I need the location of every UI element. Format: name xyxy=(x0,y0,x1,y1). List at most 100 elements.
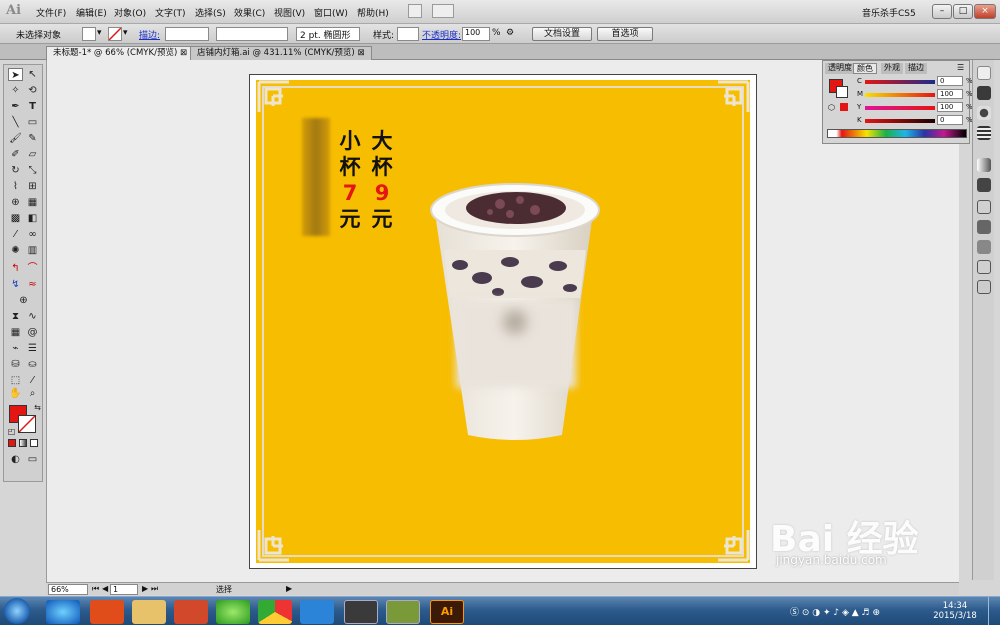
magenta-value[interactable]: 100 xyxy=(937,89,963,99)
variable-width-field[interactable] xyxy=(216,27,288,41)
artboard-tool-icon[interactable]: ⬚ xyxy=(8,374,23,387)
first-page-icon[interactable]: ⏮ xyxy=(92,584,99,594)
media-player-icon[interactable] xyxy=(174,600,208,624)
hand-tool-icon[interactable]: ✋ xyxy=(8,387,23,400)
stroke-label[interactable]: 描边: xyxy=(139,28,160,41)
start-button[interactable] xyxy=(4,598,30,624)
system-clock[interactable]: 14:34 2015/3/18 xyxy=(930,601,980,621)
illustrator-taskbar-icon[interactable]: Ai xyxy=(430,600,464,624)
opacity-label[interactable]: 不透明度: xyxy=(422,28,461,41)
free-transform-icon[interactable]: ⊞ xyxy=(25,180,40,193)
mesh-icon[interactable]: ▩ xyxy=(8,212,23,225)
tray-icons[interactable]: Ⓢ ⊙ ◑ ✦ ♪ ◈ ▲ ♬ ⊕ xyxy=(790,605,900,618)
fill-swatch[interactable] xyxy=(82,27,96,41)
arc-tool-icon[interactable]: ⌒ xyxy=(25,262,40,275)
zoom-field[interactable]: 66% xyxy=(48,584,88,595)
magic-wand-icon[interactable]: ✧ xyxy=(8,84,23,97)
shape-builder-icon[interactable]: ⊕ xyxy=(8,196,23,209)
gradient-panel-icon[interactable] xyxy=(977,158,991,172)
tab-color[interactable]: 颜色 xyxy=(853,63,877,74)
chevron-down-icon[interactable]: ▾ xyxy=(97,28,102,38)
color-spectrum-bar[interactable] xyxy=(827,129,967,138)
menu-effect[interactable]: 效果(C) xyxy=(234,6,265,19)
color-guide-icon[interactable] xyxy=(977,86,991,100)
prev-page-icon[interactable]: ◀ xyxy=(102,584,108,593)
blend-icon[interactable]: ∞ xyxy=(25,228,40,241)
rotate-icon[interactable]: ↻ xyxy=(8,164,23,177)
bridge-icon[interactable] xyxy=(408,4,422,18)
maximize-button[interactable]: □ xyxy=(953,4,973,19)
minimize-button[interactable]: – xyxy=(932,4,952,19)
chrome-icon[interactable] xyxy=(258,600,292,624)
stroke-weight-field[interactable] xyxy=(165,27,209,41)
stroke-color-swatch[interactable] xyxy=(18,415,36,433)
stroke-swatch[interactable] xyxy=(108,27,122,41)
default-colors-icon[interactable]: ◰ xyxy=(4,425,19,438)
spiral-icon[interactable]: @ xyxy=(25,326,40,339)
swap-icon[interactable]: ⇆ xyxy=(30,401,45,414)
pen-tool-icon[interactable]: ✒ xyxy=(8,100,23,113)
paintbrush-icon[interactable]: 🖌 xyxy=(8,132,23,145)
slice-tool-icon[interactable]: ⁄ xyxy=(25,374,40,387)
tab-transparency[interactable]: 透明度 xyxy=(825,63,855,74)
black-value[interactable]: 0 xyxy=(937,115,963,125)
opacity-field[interactable]: 100 xyxy=(462,27,490,41)
slider-track[interactable] xyxy=(865,93,935,97)
browser-360-icon[interactable] xyxy=(216,600,250,624)
perspective-grid-icon[interactable]: ▦ xyxy=(25,196,40,209)
qq-music-icon[interactable] xyxy=(344,600,378,624)
taobao-icon[interactable] xyxy=(90,600,124,624)
gradient-icon[interactable]: ◧ xyxy=(25,212,40,225)
menu-file[interactable]: 文件(F) xyxy=(36,6,66,19)
grid-icon[interactable]: ▦ xyxy=(8,326,23,339)
list-icon[interactable]: ☰ xyxy=(25,342,40,355)
eyedropper-icon[interactable]: ⁄ xyxy=(8,228,23,241)
curve-tool-icon[interactable]: ↰ xyxy=(8,262,23,275)
slider-track[interactable] xyxy=(865,106,935,110)
document-setup-button[interactable]: 文档设置 xyxy=(532,27,592,41)
menu-type[interactable]: 文字(T) xyxy=(155,6,186,19)
panel-menu-icon[interactable]: ☰ xyxy=(957,63,964,72)
slider-track[interactable] xyxy=(865,80,935,84)
type-tool-icon[interactable]: T xyxy=(25,100,40,113)
none-mode-icon[interactable] xyxy=(30,439,38,447)
arrange-documents-icon[interactable] xyxy=(432,4,454,18)
tab-appearance[interactable]: 外观 xyxy=(881,63,903,74)
hourglass-icon[interactable]: ⧗ xyxy=(8,310,23,323)
close-button[interactable]: × xyxy=(974,4,996,19)
app-blue-icon[interactable] xyxy=(300,600,334,624)
panel-stroke-swatch[interactable] xyxy=(836,86,848,98)
zoom-tool-icon[interactable]: ⌕ xyxy=(25,387,40,400)
menu-edit[interactable]: 编辑(E) xyxy=(76,6,107,19)
screen-mode-icon[interactable]: ▭ xyxy=(25,453,40,466)
slider-track[interactable] xyxy=(865,119,935,123)
last-page-icon[interactable]: ⏭ xyxy=(151,584,158,594)
connector-icon[interactable]: ↯ xyxy=(8,278,23,291)
folder-icon[interactable] xyxy=(132,600,166,624)
symbol-sprayer-icon[interactable]: ✺ xyxy=(8,244,23,257)
graphic-styles-icon[interactable] xyxy=(977,280,991,294)
cyan-value[interactable]: 0 xyxy=(937,76,963,86)
show-desktop-button[interactable] xyxy=(988,597,1000,625)
stroke-panel-icon[interactable] xyxy=(977,178,991,192)
color-panel-icon[interactable] xyxy=(977,66,991,80)
column-graph-icon[interactable]: ▥ xyxy=(25,244,40,257)
lasso-icon[interactable]: ⟲ xyxy=(25,84,40,97)
draw-mode-icon[interactable]: ◐ xyxy=(8,453,23,466)
chevron-down-icon[interactable]: ▾ xyxy=(123,28,128,38)
close-icon[interactable]: ⊠ xyxy=(357,48,364,58)
wave-icon[interactable]: ∿ xyxy=(25,310,40,323)
page-field[interactable]: 1 xyxy=(110,584,138,595)
ie-icon[interactable] xyxy=(46,600,80,624)
symbols-icon[interactable] xyxy=(977,260,991,274)
menu-window[interactable]: 窗口(W) xyxy=(314,6,348,19)
app-green-icon[interactable] xyxy=(386,600,420,624)
preferences-button[interactable]: 首选项 xyxy=(597,27,653,41)
rectangle-tool-icon[interactable]: ▭ xyxy=(25,116,40,129)
direct-selection-icon[interactable]: ↖ xyxy=(25,68,40,81)
tab-lightbox[interactable]: 店铺内灯箱.ai @ 431.11% (CMYK/预览) ⊠ xyxy=(190,46,372,60)
gradient-mode-icon[interactable] xyxy=(19,439,27,447)
eraser-icon[interactable]: ▱ xyxy=(25,148,40,161)
yellow-value[interactable]: 100 xyxy=(937,102,963,112)
blob-brush-icon[interactable]: ✐ xyxy=(8,148,23,161)
